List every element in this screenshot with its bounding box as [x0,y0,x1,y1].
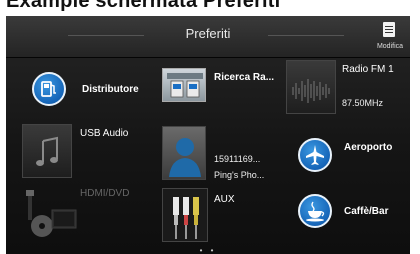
tile-aux[interactable]: AUX [162,188,272,244]
radio-label: Radio FM 1 [342,64,394,75]
favorites-screen: Preferiti Modifica Distributore Ricerca … [6,16,410,254]
tile-contact[interactable]: 15911169... Ping's Pho... [162,124,286,190]
coffee-cup-icon [298,194,332,228]
header-bar: Preferiti Modifica [6,16,410,58]
poi-search-icon [162,68,206,102]
airplane-icon [298,138,332,172]
page-title: Preferiti [185,26,231,41]
edit-document-icon [383,22,395,37]
tile-aeroporto[interactable]: Aeroporto [298,138,410,178]
radio-waveform-icon [286,60,336,114]
distributore-label: Distributore [82,84,139,95]
tile-ricerca[interactable]: Ricerca Ra... [162,66,284,112]
modifica-button[interactable]: Modifica [370,16,410,58]
contact-name: Ping's Pho... [214,170,265,180]
tile-hdmi-dvd[interactable]: HDMI/DVD [22,188,146,244]
tile-usb-audio[interactable]: USB Audio [22,124,148,186]
modifica-label: Modifica [376,43,404,50]
person-silhouette-icon [162,126,206,180]
ricerca-label: Ricerca Ra... [214,72,275,83]
hdmi-dvd-icon [22,188,80,242]
caffe-label: Caffè/Bar [344,206,389,217]
tile-radio[interactable]: Radio FM 1 87.50MHz [286,60,408,116]
caption-text: Example schermata Preferiti [6,0,281,12]
aux-label: AUX [214,194,235,205]
rca-cable-icon [162,188,208,242]
usb-audio-label: USB Audio [80,128,129,139]
contact-number: 15911169... [214,154,261,164]
aeroporto-label: Aeroporto [344,142,393,153]
tile-caffe[interactable]: Caffè/Bar [298,194,410,234]
fuel-pump-icon [32,72,66,106]
caption: Example schermata Preferiti [0,0,420,16]
hdmi-dvd-label: HDMI/DVD [80,188,130,199]
music-note-icon [22,124,72,178]
radio-frequency: 87.50MHz [342,98,384,108]
tile-distributore[interactable]: Distributore [32,72,150,114]
page-indicator: • • [199,246,217,254]
